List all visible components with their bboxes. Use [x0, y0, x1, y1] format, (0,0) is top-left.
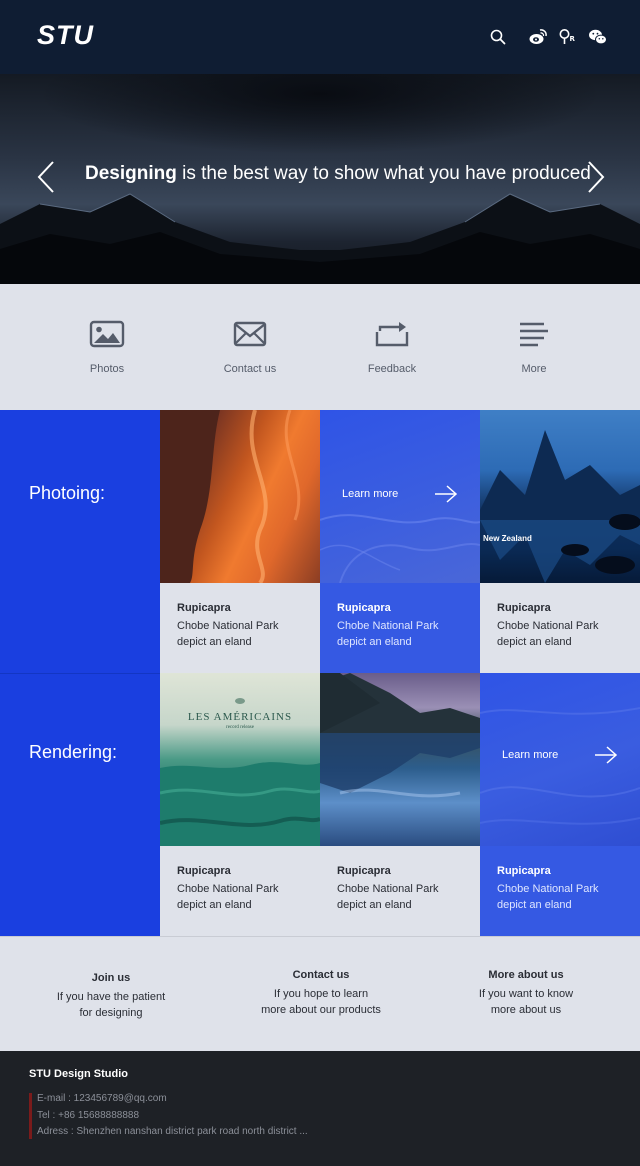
info-join-us[interactable]: Join us If you have the patient for desi… [31, 970, 191, 1021]
caption-line: depict an eland [337, 899, 412, 911]
caption-line: depict an eland [497, 899, 572, 911]
menu-icon [520, 322, 548, 347]
footer-contact: E-mail : 123456789@qq.com Tel : +86 1568… [37, 1091, 308, 1141]
top-bar: STU R [0, 0, 640, 74]
footer: STU Design Studio E-mail : 123456789@qq.… [0, 1051, 640, 1166]
photo-title: LES AMÉRICAINS [187, 711, 293, 723]
info-line: more about our products [261, 1004, 381, 1016]
mail-icon [233, 321, 267, 347]
wechat-icon[interactable] [588, 27, 608, 47]
caption-title: Rupicapra [177, 865, 231, 877]
info-row: Join us If you have the patient for desi… [0, 936, 640, 1051]
info-contact-us[interactable]: Contact us If you hope to learn more abo… [241, 967, 401, 1018]
lake-photo [320, 673, 480, 798]
caption-line: Chobe National Park [177, 620, 279, 632]
caption-line: Chobe National Park [337, 883, 439, 895]
caption-card[interactable]: Rupicapra Chobe National Park depict an … [320, 846, 480, 936]
info-line: If you hope to learn [273, 988, 369, 1000]
info-line: If you have the patient [56, 991, 166, 1003]
caption-line: depict an eland [497, 636, 572, 648]
nav-more-label: More [521, 363, 547, 375]
caption-card[interactable]: Rupicapra Chobe National Park depict an … [480, 583, 640, 673]
caption-card[interactable]: Rupicapra Chobe National Park depict an … [160, 846, 320, 936]
learn-more-tile[interactable]: Learn more [480, 673, 640, 846]
nav-more[interactable]: More [464, 284, 604, 410]
footer-email[interactable]: E-mail : 123456789@qq.com [37, 1091, 308, 1108]
learn-more-tile[interactable]: Learn more [320, 410, 480, 583]
photo-tile-lake[interactable] [320, 673, 480, 846]
footer-title: STU Design Studio [29, 1068, 128, 1080]
footer-address: Adress : Shenzhen nanshan district park … [37, 1126, 308, 1137]
search-icon[interactable] [488, 27, 508, 47]
caption-line: depict an eland [177, 636, 252, 648]
next-slide-arrow[interactable] [587, 160, 605, 194]
caption-card[interactable]: Rupicapra Chobe National Park depict an … [160, 583, 320, 673]
info-title: More about us [488, 969, 564, 981]
section-label-rendering: Rendering: [0, 673, 160, 936]
caption-title: Rupicapra [497, 865, 551, 877]
caption-line: Chobe National Park [177, 883, 279, 895]
learn-more-label: Learn more [502, 749, 559, 761]
nav-feedback[interactable]: Feedback [322, 284, 462, 410]
caption-title: Rupicapra [337, 602, 391, 614]
caption-title: Rupicapra [337, 865, 391, 877]
photo-tile-ocean[interactable]: LES AMÉRICAINS record release [160, 673, 320, 846]
nav-feedback-label: Feedback [367, 363, 417, 375]
caption-line: Chobe National Park [337, 620, 439, 632]
info-line: more about us [490, 1004, 562, 1016]
canyon-photo [160, 410, 301, 583]
caption-line: Chobe National Park [497, 883, 599, 895]
nav-contact-us-label: Contact us [223, 363, 277, 375]
svg-text:R: R [570, 35, 576, 43]
photo-subtitle: record release [226, 725, 254, 730]
footer-tel[interactable]: Tel : +86 15688888888 [37, 1108, 308, 1125]
nav-photos[interactable]: Photos [37, 284, 177, 410]
weibo-icon[interactable] [528, 27, 548, 47]
caption-card[interactable]: Rupicapra Chobe National Park depict an … [480, 846, 640, 936]
hero-title: Designing is the best way to show what y… [85, 163, 591, 184]
nav-contact-us[interactable]: Contact us [180, 284, 320, 410]
ocean-photo [160, 698, 320, 846]
arrow-right-icon [595, 746, 618, 764]
learn-more-label: Learn more [342, 488, 399, 500]
people-icon[interactable]: R [558, 27, 578, 47]
caption-line: Chobe National Park [497, 620, 599, 632]
image-icon [89, 320, 125, 348]
info-line: for designing [79, 1007, 143, 1019]
quick-nav: Photos Contact us Feedback More [0, 284, 640, 410]
caption-line: depict an eland [337, 636, 412, 648]
info-title: Join us [91, 972, 131, 984]
photo-label: New Zealand [483, 534, 532, 543]
hero-banner: Designing is the best way to show what y… [0, 74, 640, 284]
logo[interactable]: STU [37, 20, 94, 51]
gallery: Photoing: Rupicapra Chobe National Park … [0, 410, 640, 936]
photo-tile-new-zealand[interactable]: New Zealand [480, 410, 640, 583]
photo-tile-canyon[interactable] [160, 410, 320, 583]
info-more-about-us[interactable]: More about us If you want to know more a… [446, 967, 606, 1018]
fjord-photo [480, 430, 640, 583]
caption-card[interactable]: Rupicapra Chobe National Park depict an … [320, 583, 480, 673]
nav-photos-label: Photos [89, 363, 125, 375]
info-title: Contact us [292, 969, 350, 981]
caption-title: Rupicapra [497, 602, 551, 614]
repeat-icon [375, 322, 409, 347]
info-line: If you want to know [478, 988, 574, 1000]
footer-accent-bar [29, 1093, 32, 1139]
caption-title: Rupicapra [177, 602, 231, 614]
prev-slide-arrow[interactable] [37, 160, 55, 194]
section-label-photoing: Photoing: [0, 410, 160, 673]
caption-line: depict an eland [177, 899, 252, 911]
arrow-right-icon [435, 485, 458, 503]
